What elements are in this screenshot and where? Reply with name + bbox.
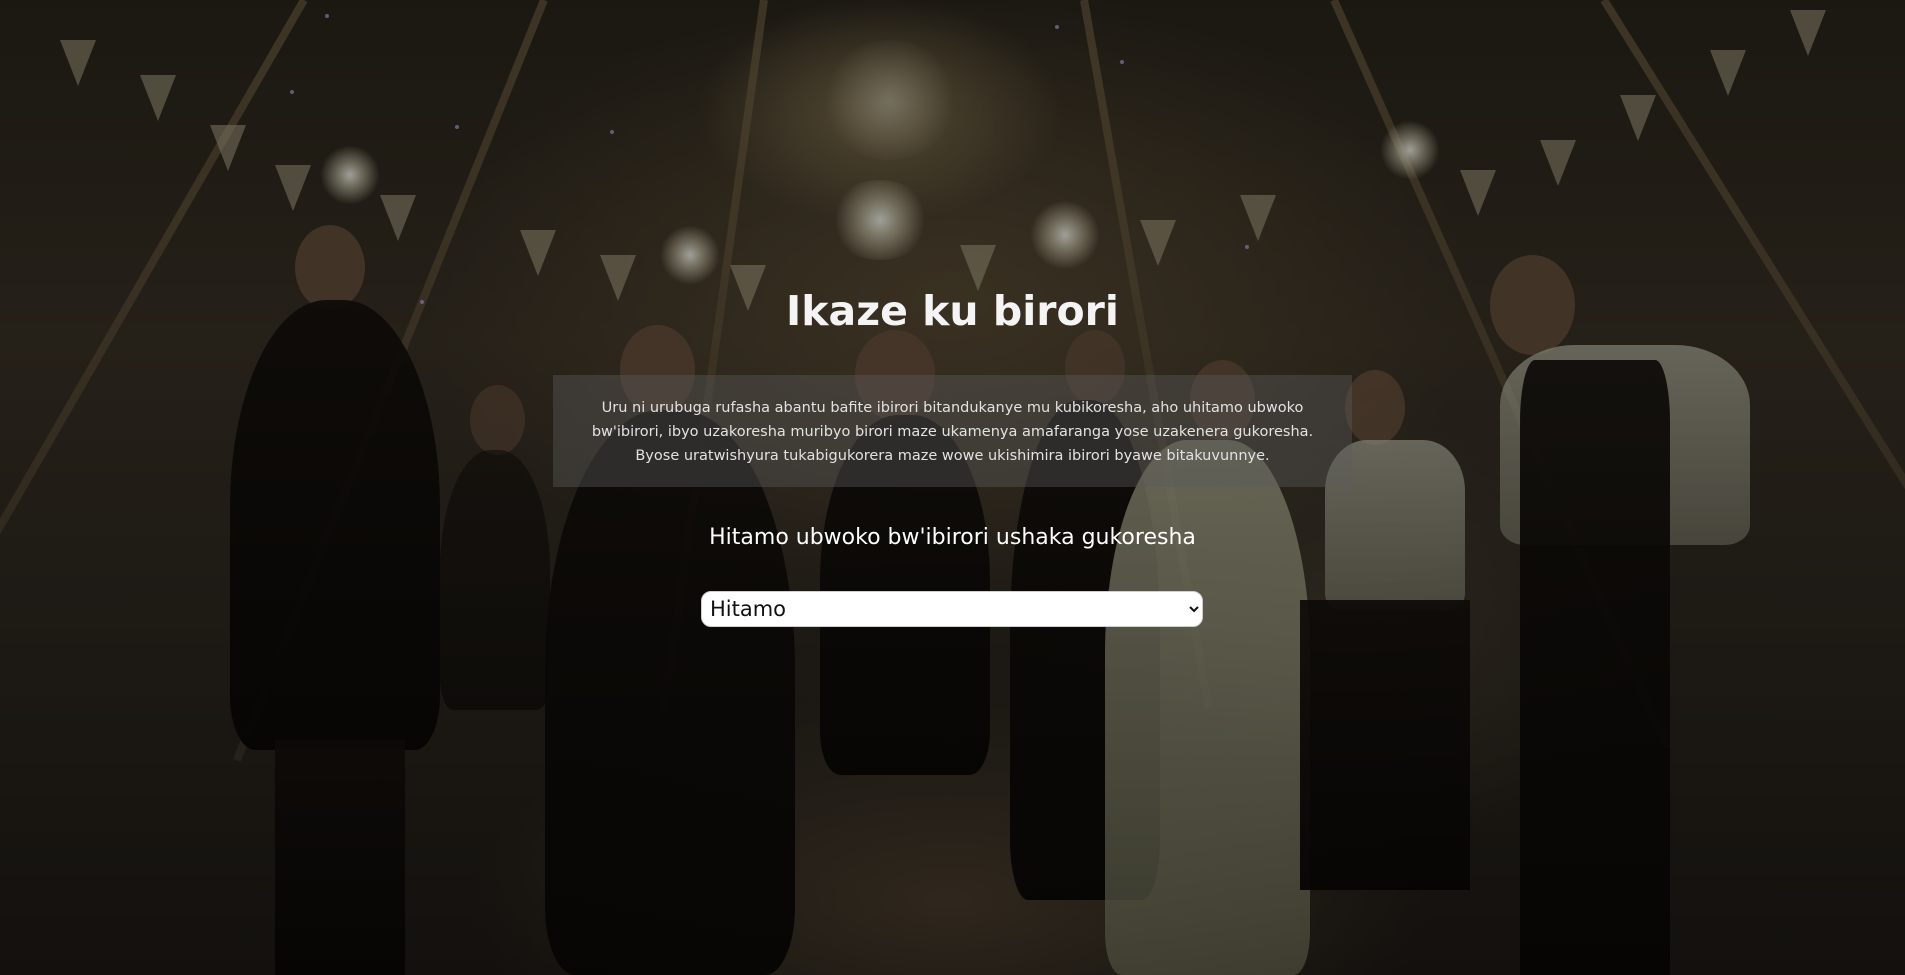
event-type-select[interactable]: Hitamo: [701, 591, 1203, 627]
description-panel: Uru ni urubuga rufasha abantu bafite ibi…: [553, 375, 1352, 487]
page-title: Ikaze ku birori: [786, 287, 1119, 335]
intro-description: Uru ni urubuga rufasha abantu bafite ibi…: [591, 400, 1314, 464]
event-type-select-wrapper: Hitamo: [701, 591, 1203, 627]
page-background: Ikaze ku birori Uru ni urubuga rufasha a…: [0, 0, 1905, 975]
event-type-prompt: Hitamo ubwoko bw'ibirori ushaka gukoresh…: [709, 525, 1196, 550]
background-overlay: [0, 0, 1905, 975]
